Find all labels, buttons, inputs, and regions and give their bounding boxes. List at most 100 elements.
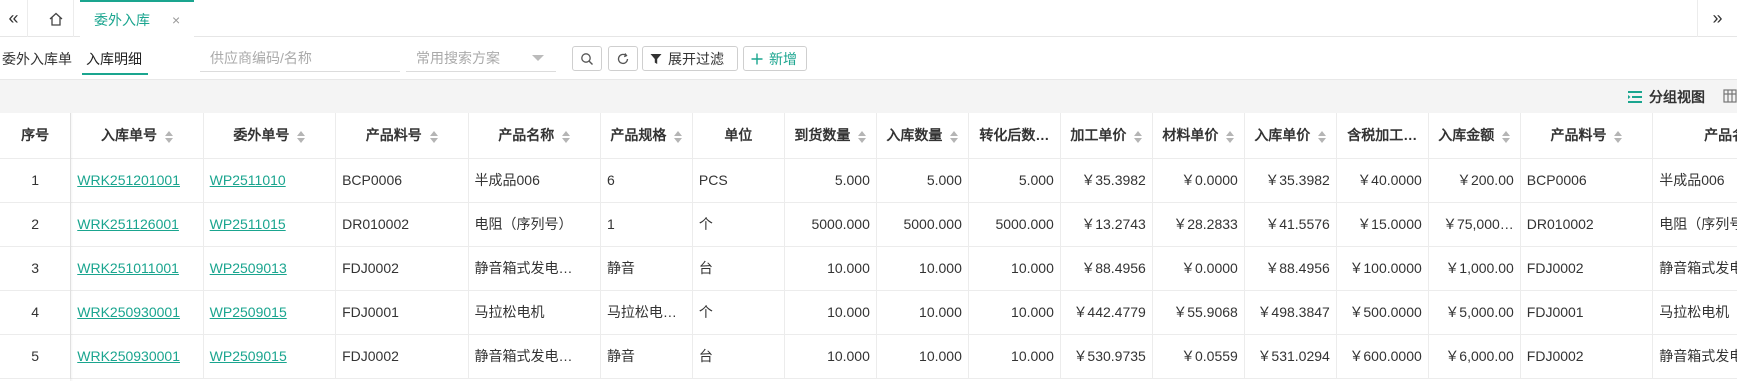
sort-icon[interactable] (1502, 130, 1511, 143)
sort-icon[interactable] (1134, 130, 1143, 143)
group-view-button[interactable]: 分组视图 (1627, 87, 1705, 107)
cell-idx: 4 (0, 290, 72, 335)
column-header-arr_qty[interactable]: 到货数量 (784, 113, 877, 159)
cell-tax_proc: ￥600.0000 (1336, 334, 1429, 379)
cell-code: BCP0006 (335, 158, 469, 203)
inbound-order-link[interactable]: WRK251126001 (77, 216, 179, 232)
outsource-order-link[interactable]: WP2509013 (210, 260, 287, 276)
cell-in_no: WRK250930001 (70, 290, 204, 335)
column-header-mat_price[interactable]: 材料单价 (1152, 113, 1245, 159)
column-header-label: 产品名称 (498, 127, 555, 144)
column-header-label: 材料单价 (1162, 127, 1219, 144)
supplier-placeholder: 供应商编码/名称 (210, 49, 312, 66)
add-button[interactable]: 新增 (743, 46, 807, 71)
sort-icon[interactable] (674, 130, 683, 143)
table-row[interactable]: 2 WRK251126001 WP2511015 DR010002 电阻（序列号） 1 个 5… (0, 202, 1737, 247)
sort-icon[interactable] (858, 130, 867, 143)
outsource-order-link[interactable]: WP2509015 (210, 304, 287, 320)
inbound-order-link[interactable]: WRK251011001 (77, 260, 179, 276)
cell-in_qty: 10.000 (876, 246, 969, 291)
outsource-order-link[interactable]: WP2509015 (210, 348, 287, 364)
sort-icon[interactable] (1226, 130, 1235, 143)
cell-in_price: ￥41.5576 (1244, 202, 1337, 247)
cell-out_no: WP2511010 (203, 158, 337, 203)
cell-name2: 马拉松电机 (1652, 290, 1737, 335)
column-header-code[interactable]: 产品料号 (335, 113, 469, 159)
cell-arr_qty: 10.000 (784, 246, 877, 291)
cell-spec: 1 (600, 202, 693, 247)
collapse-sidebar-icon[interactable]: « (0, 0, 28, 37)
column-header-in_price[interactable]: 入库单价 (1244, 113, 1337, 159)
sort-icon[interactable] (1614, 130, 1623, 143)
cell-proc_price: ￥35.3982 (1060, 158, 1153, 203)
double-chevron-right-icon[interactable]: » (1697, 0, 1737, 37)
subtab-inbound-detail[interactable]: 入库明细 (86, 49, 142, 69)
cell-mat_price: ￥0.0559 (1152, 334, 1245, 379)
column-header-amount[interactable]: 入库金额 (1428, 113, 1521, 159)
column-header-label: 产品料号 (365, 127, 422, 144)
subtab-inbound-order[interactable]: 委外入库单 (2, 49, 72, 69)
sort-icon[interactable] (950, 130, 959, 143)
sort-icon[interactable] (1318, 130, 1327, 143)
column-header-out_no[interactable]: 委外单号 (203, 113, 337, 159)
active-subtab-indicator (82, 73, 148, 75)
cell-conv_qty: 10.000 (968, 334, 1061, 379)
column-header-spec[interactable]: 产品规格 (600, 113, 693, 159)
cell-name2: 静音箱式发电机 (1652, 334, 1737, 379)
cell-in_price: ￥498.3847 (1244, 290, 1337, 335)
column-header-name[interactable]: 产品名称 (468, 113, 601, 159)
cell-in_qty: 10.000 (876, 290, 969, 335)
close-icon[interactable]: × (172, 12, 180, 28)
supplier-search-input[interactable]: 供应商编码/名称 (200, 44, 400, 72)
cell-spec: 6 (600, 158, 693, 203)
table-toolbar: 分组视图 (0, 79, 1737, 113)
column-header-proc_price[interactable]: 加工单价 (1060, 113, 1153, 159)
cell-name: 静音箱式发电… (468, 246, 601, 291)
tab-label: 委外入库 (94, 11, 150, 28)
cell-conv_qty: 10.000 (968, 290, 1061, 335)
column-header-in_qty[interactable]: 入库数量 (876, 113, 969, 159)
table-row[interactable]: 3 WRK251011001 WP2509013 FDJ0002 静音箱式发电… 静音台 1… (0, 246, 1737, 291)
column-header-label: 含税加工… (1347, 127, 1418, 144)
sort-icon[interactable] (429, 130, 438, 143)
table-row[interactable]: 1 WRK251201001 WP2511010 BCP0006 半成品006 6 PCS 5… (0, 158, 1737, 203)
sort-icon[interactable] (164, 130, 173, 143)
cell-amount: ￥200.00 (1428, 158, 1521, 203)
outsource-order-link[interactable]: WP2511015 (210, 216, 286, 232)
cell-spec: 静音 (600, 246, 693, 291)
table-row[interactable]: 5 WRK250930001 WP2509015 FDJ0002 静音箱式发电… 静音台 1… (0, 334, 1737, 379)
column-header-idx: 序号 (0, 113, 72, 159)
cell-amount: ￥1,000.00 (1428, 246, 1521, 291)
search-scheme-select[interactable]: 常用搜索方案 (406, 44, 556, 72)
home-icon[interactable] (38, 0, 74, 37)
inbound-order-link[interactable]: WRK250930001 (77, 304, 180, 320)
cell-name: 静音箱式发电… (468, 334, 601, 379)
inbound-order-link[interactable]: WRK251201001 (77, 172, 180, 188)
inbound-detail-table: 序号 入库单号 委外单号 产品料号 产品名称 产品规格 单位 到货数量 入库数量 转化后数… 加工单… (0, 113, 1737, 381)
column-header-label: 入库数量 (886, 127, 943, 144)
cell-unit: 台 (692, 334, 785, 379)
cell-mat_price: ￥55.9068 (1152, 290, 1245, 335)
inbound-order-link[interactable]: WRK250930001 (77, 348, 180, 364)
search-button[interactable] (572, 46, 602, 71)
cell-name2: 电阻（序列号） (1652, 202, 1737, 247)
cell-out_no: WP2511015 (203, 202, 337, 247)
outsource-order-link[interactable]: WP2511010 (210, 172, 286, 188)
expand-filter-button[interactable]: 展开过滤 (642, 46, 738, 71)
sort-icon[interactable] (562, 130, 571, 143)
cell-idx: 5 (0, 334, 72, 379)
filter-icon (650, 53, 662, 65)
cell-proc_price: ￥13.2743 (1060, 202, 1153, 247)
column-header-in_no[interactable]: 入库单号 (70, 113, 204, 159)
cell-name: 半成品006 (468, 158, 601, 203)
cell-proc_price: ￥88.4956 (1060, 246, 1153, 291)
tab-outsourced-inbound[interactable]: 委外入库 × (80, 0, 194, 37)
column-settings-icon[interactable] (1723, 89, 1737, 106)
cell-name: 马拉松电机 (468, 290, 601, 335)
sort-icon[interactable] (297, 130, 306, 143)
filter-row: 委外入库单 入库明细 供应商编码/名称 常用搜索方案 展开过滤 新增 (0, 40, 1737, 78)
cell-tax_proc: ￥500.0000 (1336, 290, 1429, 335)
refresh-button[interactable] (608, 46, 638, 71)
table-row[interactable]: 4 WRK250930001 WP2509015 FDJ0001 马拉松电机 马拉松电… 个… (0, 290, 1737, 335)
column-header-code2[interactable]: 产品料号 (1520, 113, 1654, 159)
